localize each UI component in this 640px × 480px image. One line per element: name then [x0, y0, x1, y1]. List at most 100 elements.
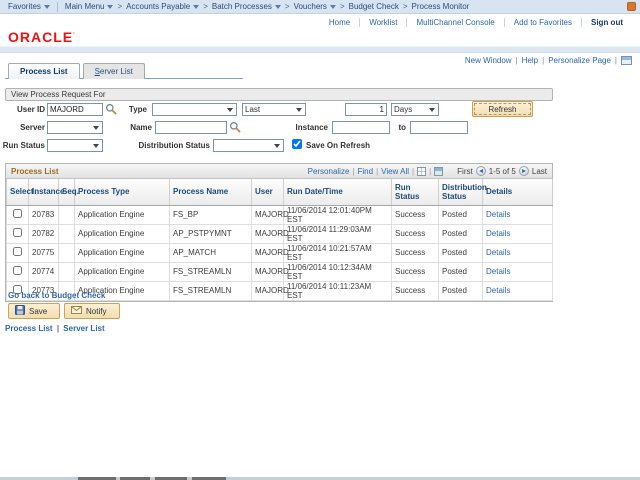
add-to-favorites-link[interactable]: Add to Favorites — [504, 18, 581, 27]
cell-run-status: Success — [392, 281, 439, 300]
user-id-lookup-icon[interactable] — [105, 103, 117, 115]
cell-process-type: Application Engine — [75, 224, 170, 243]
tab-process-list[interactable]: Process List — [8, 63, 80, 79]
chevron-down-icon — [93, 126, 99, 130]
breadcrumb-gt: > — [203, 2, 208, 11]
cell-run-datetime: 11/06/2014 11:29:03AM EST — [284, 224, 392, 243]
cell-process-type: Application Engine — [75, 262, 170, 281]
worklist-link[interactable]: Worklist — [359, 18, 406, 27]
cell-run-datetime: 11/06/2014 10:12:34AM EST — [284, 262, 392, 281]
details-link[interactable]: Details — [486, 229, 510, 238]
cell-instance: 20783 — [29, 205, 59, 224]
name-lookup-icon[interactable] — [229, 121, 241, 133]
col-instance: Instance — [29, 179, 59, 205]
cell-user: MAJORD — [252, 224, 284, 243]
cell-distribution-status: Posted — [439, 281, 483, 300]
instance-to-input[interactable] — [410, 121, 468, 134]
breadcrumb-vouchers[interactable]: Vouchers — [294, 2, 336, 11]
toolbar-divider: | — [412, 167, 414, 176]
breadcrumb-batch-processes[interactable]: Batch Processes — [212, 2, 281, 11]
last-select[interactable]: Last — [242, 103, 306, 116]
cell-run-status: Success — [392, 224, 439, 243]
row-select-checkbox[interactable] — [13, 209, 22, 218]
col-process-name: Process Name — [170, 179, 252, 205]
breadcrumb-gt: > — [340, 2, 345, 11]
multichannel-console-link[interactable]: MultiChannel Console — [406, 18, 503, 27]
details-link[interactable]: Details — [486, 267, 510, 276]
previous-page-icon[interactable] — [476, 166, 486, 176]
details-link[interactable]: Details — [486, 210, 510, 219]
table-row: 20783 Application Engine FS_BP MAJORD 11… — [7, 205, 553, 224]
cell-seq — [59, 224, 75, 243]
col-run-status: Run Status — [392, 179, 439, 205]
name-input[interactable] — [155, 121, 227, 134]
help-link[interactable]: Help — [522, 56, 538, 65]
last-select-value: Last — [245, 105, 260, 114]
cell-process-name: FS_STREAMLN — [170, 262, 252, 281]
new-window-link[interactable]: New Window — [465, 56, 512, 65]
cell-seq — [59, 262, 75, 281]
save-on-refresh-checkbox[interactable] — [292, 139, 302, 149]
days-count-input[interactable] — [345, 103, 387, 116]
breadcrumb-accounts-payable[interactable]: Accounts Payable — [126, 2, 199, 11]
download-grid-icon[interactable] — [417, 167, 426, 176]
server-select[interactable] — [47, 121, 103, 134]
personalize-page-link[interactable]: Personalize Page — [548, 56, 611, 65]
tab-label: erver List — [100, 67, 133, 76]
pagination-first-label: First — [457, 167, 473, 176]
save-button[interactable]: Save — [8, 303, 60, 319]
find-link[interactable]: Find — [358, 167, 374, 176]
next-page-icon[interactable] — [519, 166, 529, 176]
go-back-link[interactable]: Go back to Budget Check — [8, 291, 105, 300]
view-all-link[interactable]: View All — [381, 167, 409, 176]
details-link[interactable]: Details — [486, 248, 510, 257]
days-unit-select[interactable]: Days — [391, 103, 439, 116]
server-list-bottom-link[interactable]: Server List — [63, 324, 104, 333]
user-id-label: User ID — [5, 105, 45, 115]
grid-toolbar: Personalize | Find | View All | | First … — [308, 166, 547, 176]
distribution-status-select[interactable] — [213, 139, 284, 152]
cell-distribution-status: Posted — [439, 205, 483, 224]
notify-button[interactable]: Notify — [64, 303, 120, 319]
process-list-bottom-link[interactable]: Process List — [5, 324, 53, 333]
personalize-link[interactable]: Personalize — [308, 167, 350, 176]
chevron-down-icon — [107, 5, 113, 9]
breadcrumb-separator-line — [57, 2, 58, 12]
chevron-down-icon — [275, 5, 281, 9]
to-label: to — [394, 123, 406, 133]
home-link[interactable]: Home — [320, 18, 359, 27]
spreadsheet-icon[interactable] — [434, 167, 443, 176]
row-select-checkbox[interactable] — [13, 247, 22, 256]
refresh-button[interactable]: Refresh — [472, 101, 533, 117]
tab-server-list[interactable]: Server List — [83, 63, 145, 79]
cell-run-status: Success — [392, 243, 439, 262]
col-process-type: Process Type — [75, 179, 170, 205]
row-select-checkbox[interactable] — [13, 266, 22, 275]
personalize-page-icon[interactable] — [621, 56, 632, 65]
col-run-datetime: Run Date/Time — [284, 179, 392, 205]
table-row: 20775 Application Engine AP_MATCH MAJORD… — [7, 243, 553, 262]
row-select-checkbox[interactable] — [13, 228, 22, 237]
navbar-icon[interactable] — [627, 2, 636, 11]
header-divider-band — [0, 46, 640, 53]
breadcrumb-budget-check[interactable]: Budget Check — [349, 2, 399, 11]
cell-seq — [59, 243, 75, 262]
sign-out-link[interactable]: Sign out — [581, 18, 632, 27]
cell-run-datetime: 11/06/2014 12:01:40PM EST — [284, 205, 392, 224]
breadcrumb-label: Process Monitor — [412, 2, 470, 11]
cell-seq — [59, 205, 75, 224]
col-distribution-status: Distribution Status — [439, 179, 483, 205]
cell-user: MAJORD — [252, 243, 284, 262]
type-select[interactable] — [152, 103, 237, 116]
cell-process-name: FS_STREAMLN — [170, 281, 252, 300]
run-status-select[interactable] — [47, 139, 103, 152]
breadcrumb-main-menu[interactable]: Main Menu — [65, 2, 114, 11]
breadcrumb-label: Accounts Payable — [126, 2, 190, 11]
save-button-label: Save — [29, 307, 47, 316]
user-id-input[interactable] — [47, 103, 103, 116]
breadcrumb-favorites-menu[interactable]: Favorites — [8, 2, 50, 11]
link-divider: | — [615, 56, 617, 65]
breadcrumb-label: Batch Processes — [212, 2, 272, 11]
details-link[interactable]: Details — [486, 286, 510, 295]
instance-from-input[interactable] — [332, 121, 390, 134]
